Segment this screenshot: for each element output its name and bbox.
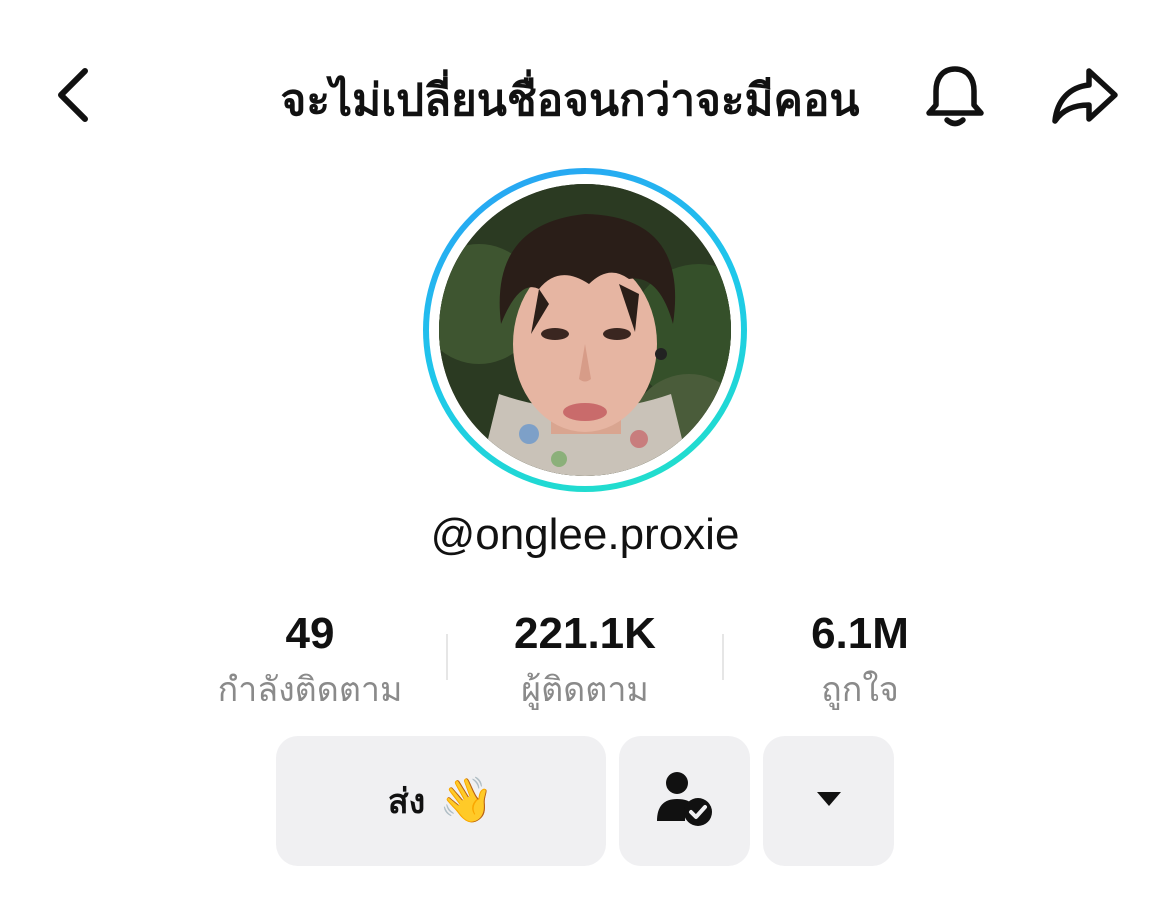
avatar-gap <box>429 174 741 486</box>
share-button[interactable] <box>1045 58 1125 138</box>
notifications-button[interactable] <box>915 58 995 138</box>
more-options-button[interactable] <box>763 736 894 866</box>
stat-divider <box>722 634 724 680</box>
stat-following[interactable]: 49 กำลังติดตาม <box>190 600 430 712</box>
following-status-button[interactable] <box>619 736 750 866</box>
page-title: จะไม่เปลี่ยนชื่อจนกว่าจะมีคอน <box>280 75 860 126</box>
likes-label: ถูกใจ <box>821 670 899 710</box>
waving-hand-icon: 👋 <box>439 775 495 826</box>
likes-count: 6.1M <box>811 609 909 658</box>
profile-page: จะไม่เปลี่ยนชื่อจนกว่าจะมีคอน @onglee.pr… <box>0 0 1170 913</box>
bell-icon <box>920 61 990 135</box>
profile-stats: 49 กำลังติดตาม 221.1K ผู้ติดตาม 6.1M ถูก… <box>170 600 1000 720</box>
following-label: กำลังติดตาม <box>217 670 403 710</box>
followers-label: ผู้ติดตาม <box>521 670 649 710</box>
avatar <box>439 184 731 476</box>
stat-likes[interactable]: 6.1M ถูกใจ <box>745 600 975 712</box>
avatar-story-ring[interactable] <box>423 168 747 492</box>
following-count: 49 <box>285 609 335 658</box>
send-label: ส่ง <box>387 782 426 822</box>
person-check-icon <box>655 769 715 833</box>
caret-down-icon <box>815 790 843 812</box>
followers-count: 221.1K <box>514 609 656 658</box>
stat-divider <box>446 634 448 680</box>
back-button[interactable] <box>38 62 108 132</box>
username: @onglee.proxie <box>430 510 740 559</box>
send-wave-button[interactable]: ส่ง 👋 <box>276 736 606 866</box>
stat-followers[interactable]: 221.1K ผู้ติดตาม <box>470 600 700 712</box>
share-arrow-icon <box>1049 63 1121 133</box>
chevron-left-icon <box>51 65 95 129</box>
